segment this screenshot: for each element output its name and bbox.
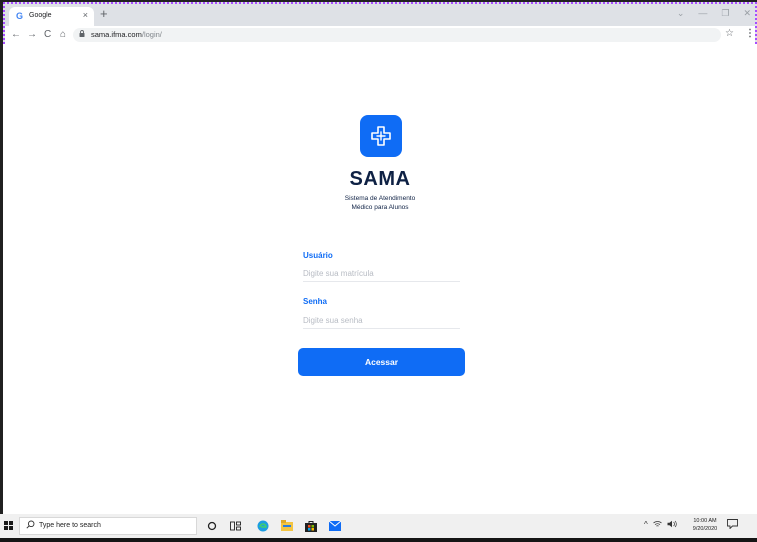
- username-input[interactable]: [303, 266, 460, 282]
- screen: G Google × + ⌄ — ❐ ✕ ← → C ⌂ sama.ifma.c…: [0, 0, 757, 542]
- browser-toolbar: ← → C ⌂ sama.ifma.com/login/ ☆ ⋮: [5, 26, 755, 44]
- mail-icon[interactable]: [328, 519, 341, 532]
- password-label: Senha: [303, 297, 328, 306]
- minimize-button[interactable]: —: [698, 8, 707, 19]
- browser-menu-icon[interactable]: ⋮: [745, 28, 755, 39]
- url-host: sama.ifma.com: [91, 30, 142, 39]
- app-subtitle: Sistema de Atendimento Médico para Aluno…: [3, 195, 757, 212]
- restore-button[interactable]: ❐: [721, 8, 729, 19]
- home-button[interactable]: ⌂: [60, 29, 66, 41]
- taskbar-search-box[interactable]: Type here to search: [19, 517, 197, 535]
- chevron-up-icon[interactable]: ^: [644, 520, 648, 530]
- url-text[interactable]: sama.ifma.com/login/: [91, 30, 162, 39]
- bookmark-star-icon[interactable]: ☆: [725, 28, 734, 39]
- password-input[interactable]: [303, 313, 460, 329]
- login-button[interactable]: Acessar: [298, 348, 465, 376]
- clock-date: 9/20/2020: [692, 526, 718, 532]
- url-path: /login/: [141, 30, 162, 39]
- new-tab-button[interactable]: +: [100, 7, 108, 21]
- tab-title: Google: [29, 12, 52, 19]
- forward-button[interactable]: →: [27, 29, 37, 41]
- windows-start-icon[interactable]: [4, 521, 14, 531]
- cortana-icon[interactable]: [205, 519, 218, 532]
- back-button[interactable]: ←: [11, 29, 21, 41]
- task-view-icon[interactable]: [229, 519, 242, 532]
- login-page: SAMA Sistema de Atendimento Médico para …: [3, 44, 757, 514]
- subtitle-line-1: Sistema de Atendimento: [344, 195, 416, 202]
- lock-icon[interactable]: [79, 30, 85, 39]
- google-favicon-icon: G: [16, 11, 24, 21]
- address-bar[interactable]: sama.ifma.com/login/: [73, 28, 721, 42]
- file-explorer-icon[interactable]: [280, 519, 293, 532]
- subtitle-line-2: Médico para Alunos: [351, 203, 409, 211]
- reload-button[interactable]: C: [44, 29, 51, 41]
- app-name: SAMA: [349, 168, 411, 190]
- tab-close-icon[interactable]: ×: [83, 10, 88, 20]
- store-icon[interactable]: [304, 519, 317, 532]
- tab-search-icon[interactable]: ⌄: [677, 8, 685, 19]
- clock-time: 10:00 AM: [693, 518, 717, 524]
- taskbar: Type here to search ^ 10:00 AM 9/20/2020: [0, 514, 757, 538]
- browser-chrome: G Google × + ⌄ — ❐ ✕ ← → C ⌂ sama.ifma.c…: [3, 2, 757, 44]
- system-tray: ^: [644, 520, 677, 530]
- search-placeholder: Type here to search: [39, 522, 101, 529]
- clock[interactable]: 10:00 AM 9/20/2020: [685, 517, 725, 533]
- username-label: Usuário: [303, 251, 333, 260]
- screen-bottom-edge: [0, 538, 757, 542]
- medical-cross-icon: [360, 115, 402, 157]
- volume-icon[interactable]: [667, 520, 677, 530]
- edge-icon[interactable]: [256, 519, 269, 532]
- browser-tab[interactable]: G Google ×: [9, 7, 94, 26]
- wifi-icon[interactable]: [652, 520, 662, 530]
- tab-strip: G Google × + ⌄ — ❐ ✕: [5, 4, 755, 26]
- search-icon: [26, 520, 35, 531]
- notification-center-icon[interactable]: [727, 519, 738, 532]
- window-controls: ⌄ — ❐ ✕: [677, 8, 751, 19]
- close-window-button[interactable]: ✕: [743, 8, 751, 19]
